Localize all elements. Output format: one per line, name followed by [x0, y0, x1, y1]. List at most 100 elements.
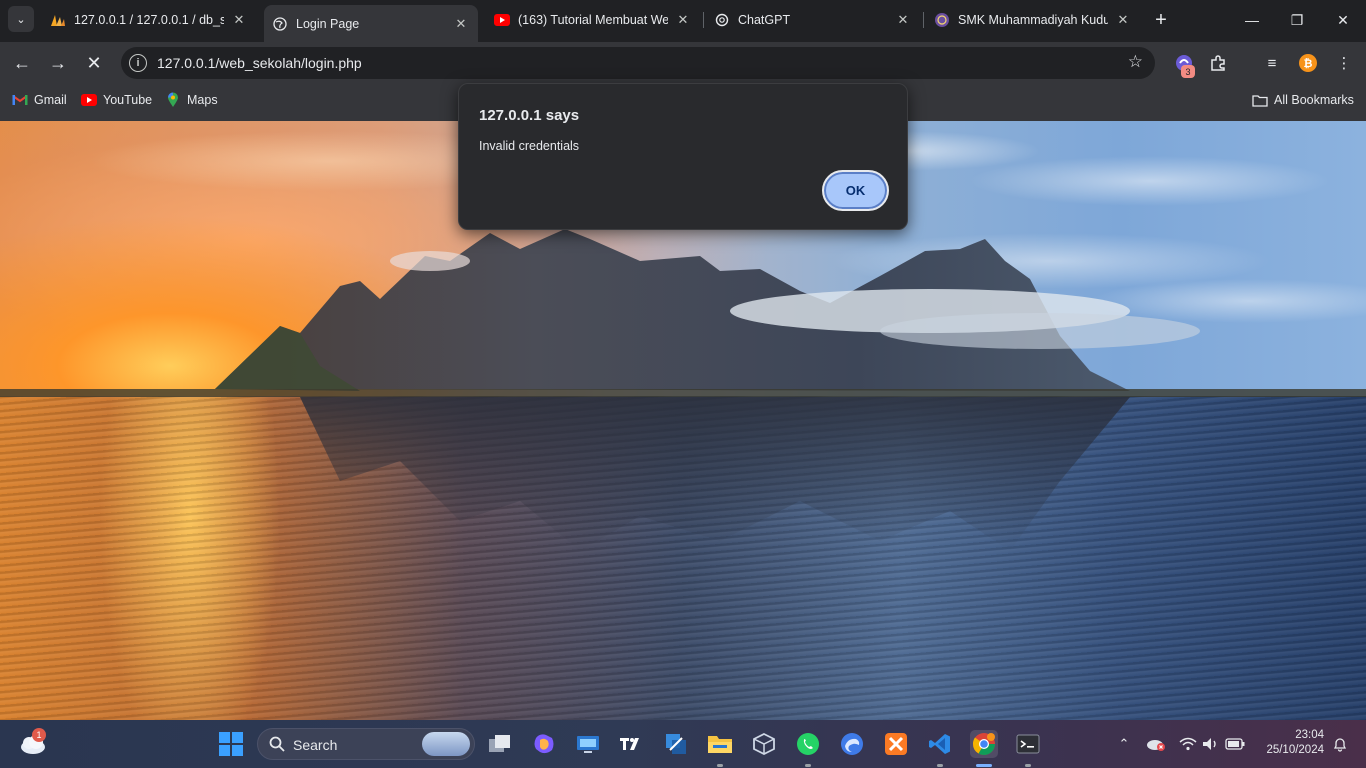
youtube-icon [81, 92, 97, 108]
snipping-tool-icon[interactable] [662, 730, 690, 758]
tab-title: Login Page [296, 16, 360, 31]
bookmark-youtube[interactable]: YouTube [81, 92, 152, 108]
terminal-icon[interactable] [1014, 730, 1042, 758]
menu-kebab-icon[interactable]: ⋮ [1332, 51, 1356, 75]
clock-time: 23:04 [1295, 729, 1324, 741]
clock-date: 25/10/2024 [1266, 744, 1324, 756]
url-text[interactable]: 127.0.0.1/web_sekolah/login.php [157, 55, 362, 71]
youtube-icon [494, 12, 510, 28]
media-control-icon[interactable]: ≡ [1260, 51, 1284, 75]
all-bookmarks-button[interactable]: All Bookmarks [1252, 92, 1354, 108]
close-icon[interactable]: ✕ [452, 15, 470, 33]
tab-chatgpt[interactable]: ChatGPT ✕ [706, 5, 920, 35]
weather-badge: 1 [32, 728, 46, 742]
all-bookmarks-label: All Bookmarks [1274, 93, 1354, 107]
site-info-icon[interactable]: i [129, 54, 147, 72]
bookmark-star-icon[interactable]: ☆ [1128, 52, 1143, 72]
browser-toolbar: ← → ✕ i 127.0.0.1/web_sekolah/login.php … [0, 42, 1366, 84]
search-icon [268, 735, 286, 753]
remote-desktop-icon[interactable] [574, 730, 602, 758]
chatgpt-icon [714, 12, 730, 28]
screen: ⌄ 127.0.0.1 / 127.0.0.1 / db_sek ✕ Login… [0, 0, 1366, 768]
virtualbox-icon[interactable] [750, 730, 778, 758]
tab-title: (163) Tutorial Membuat Web [518, 13, 668, 27]
tab-phpmyadmin[interactable]: 127.0.0.1 / 127.0.0.1 / db_sek ✕ [42, 5, 256, 35]
system-clock[interactable]: 23:04 25/10/2024 [1258, 728, 1324, 758]
wifi-icon[interactable] [1178, 734, 1198, 754]
chrome-icon[interactable] [970, 730, 998, 758]
close-window-button[interactable]: ✕ [1320, 6, 1366, 34]
xampp-icon[interactable] [882, 730, 910, 758]
close-icon: ✕ [86, 52, 102, 73]
search-placeholder: Search [293, 737, 338, 753]
dialog-message: Invalid credentials [479, 139, 580, 153]
dialog-title: 127.0.0.1 says [479, 107, 580, 124]
running-indicator [937, 764, 943, 767]
school-icon [934, 12, 950, 28]
plus-icon: + [1155, 8, 1167, 31]
restore-button[interactable]: ❐ [1274, 6, 1320, 34]
bookmark-gmail[interactable]: Gmail [12, 92, 67, 108]
maps-icon [165, 92, 181, 108]
battery-icon[interactable] [1225, 734, 1245, 754]
volume-icon[interactable] [1201, 734, 1221, 754]
address-bar[interactable]: i 127.0.0.1/web_sekolah/login.php ☆ [121, 47, 1155, 79]
minimize-button[interactable]: — [1229, 6, 1275, 34]
tab-title: 127.0.0.1 / 127.0.0.1 / db_sek [74, 13, 224, 27]
tab-login-page[interactable]: Login Page ✕ [264, 5, 478, 42]
running-indicator [1025, 764, 1031, 767]
tab-search-button[interactable]: ⌄ [8, 6, 34, 32]
whatsapp-icon[interactable] [794, 730, 822, 758]
windows-icon [219, 732, 243, 756]
running-indicator [976, 764, 992, 767]
copilot-icon[interactable] [530, 730, 558, 758]
tab-strip: ⌄ 127.0.0.1 / 127.0.0.1 / db_sek ✕ Login… [0, 0, 1366, 42]
bookmark-label: YouTube [103, 93, 153, 107]
new-tab-button[interactable]: + [1150, 9, 1172, 31]
onedrive-error-icon[interactable] [1146, 734, 1166, 754]
start-button[interactable] [219, 732, 243, 756]
vscode-icon[interactable] [926, 730, 954, 758]
tradingview-icon[interactable] [618, 730, 646, 758]
tab-smk-muhammadiyah[interactable]: SMK Muhammadiyah Kudus ✕ [926, 5, 1140, 35]
puzzle-icon[interactable] [1206, 51, 1230, 75]
bookmark-maps[interactable]: Maps [165, 92, 218, 108]
notification-bell-icon[interactable] [1330, 734, 1350, 754]
taskbar-search[interactable]: Search [257, 728, 475, 760]
tab-title: ChatGPT [738, 13, 791, 27]
close-icon[interactable]: ✕ [1114, 11, 1132, 29]
tab-youtube[interactable]: (163) Tutorial Membuat Web ✕ [486, 5, 700, 35]
forward-button[interactable]: → [44, 49, 72, 77]
alert-dialog: 127.0.0.1 says Invalid credentials OK [458, 83, 908, 230]
globe-icon [272, 16, 288, 32]
running-indicator [805, 764, 811, 767]
close-icon: ✕ [1337, 11, 1349, 28]
restore-icon: ❐ [1290, 11, 1304, 28]
close-icon[interactable]: ✕ [894, 11, 912, 29]
chevron-down-icon: ⌄ [16, 13, 26, 26]
svg-text:₿: ₿ [1304, 58, 1313, 70]
bookmark-label: Maps [187, 93, 218, 107]
arrow-left-icon: ← [13, 52, 31, 73]
taskbar: 1 Search ⌃ 23:04 25/10/2024 [0, 720, 1366, 768]
back-button[interactable]: ← [8, 49, 36, 77]
arrow-right-icon: → [49, 52, 67, 73]
bookmark-label: Gmail [34, 93, 67, 107]
file-explorer-icon[interactable] [706, 730, 734, 758]
minimize-icon: — [1245, 12, 1259, 28]
search-highlight-image [422, 732, 470, 756]
browser-app-icon[interactable] [838, 730, 866, 758]
task-view-icon[interactable] [486, 730, 514, 758]
profile-avatar[interactable]: ₿ [1296, 51, 1320, 75]
close-icon[interactable]: ✕ [674, 11, 692, 29]
close-icon[interactable]: ✕ [230, 11, 248, 29]
running-indicator [717, 764, 723, 767]
chevron-up-icon[interactable]: ⌃ [1114, 734, 1134, 754]
ok-button[interactable]: OK [822, 170, 889, 211]
tab-separator [923, 12, 924, 28]
extension-badge: 3 [1181, 65, 1195, 78]
folder-icon [1252, 92, 1268, 108]
phpmyadmin-icon [50, 12, 66, 28]
tab-separator [703, 12, 704, 28]
stop-loading-button[interactable]: ✕ [80, 49, 108, 77]
